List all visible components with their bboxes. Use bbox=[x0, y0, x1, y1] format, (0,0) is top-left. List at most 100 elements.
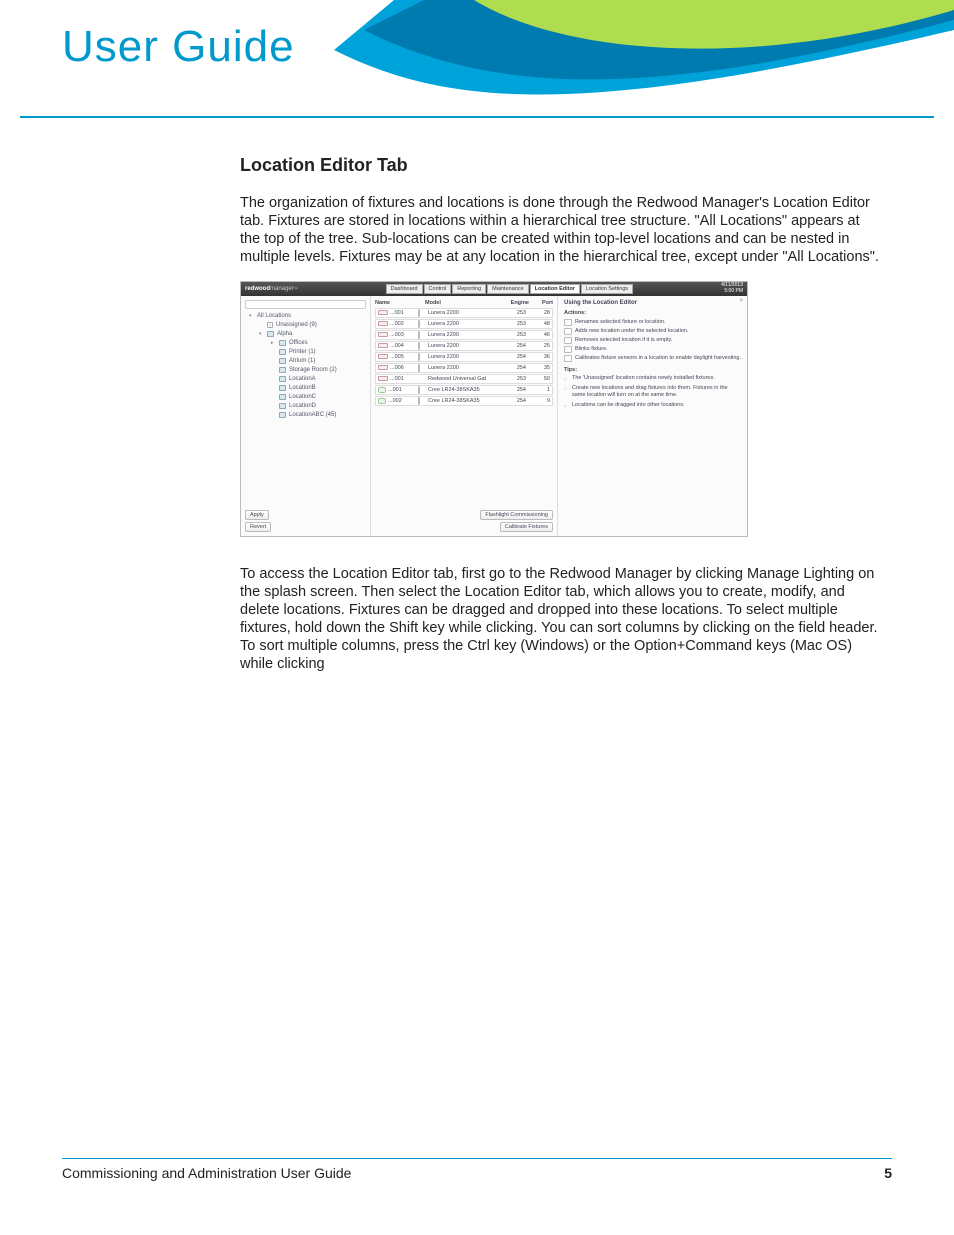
tree-item-label: LocationA bbox=[289, 376, 316, 382]
brand-part2: manager bbox=[270, 286, 294, 292]
fixture-row[interactable]: ...001Lunera 220025328 bbox=[375, 308, 553, 318]
tab-location-settings[interactable]: Location Settings bbox=[581, 284, 633, 294]
fixture-icon bbox=[378, 376, 388, 381]
info-icon[interactable] bbox=[418, 331, 420, 339]
tree-item-label: Printer (1) bbox=[289, 349, 316, 355]
col-model[interactable]: Model bbox=[425, 300, 507, 306]
page-footer: Commissioning and Administration User Gu… bbox=[62, 1165, 892, 1181]
action-icon bbox=[564, 355, 572, 362]
action-item: Removes selected location if it is empty… bbox=[564, 336, 741, 345]
flashlight-commissioning-button[interactable]: Flashlight Commissioning bbox=[480, 510, 553, 520]
access-paragraph: To access the Location Editor tab, first… bbox=[240, 565, 880, 674]
info-icon[interactable] bbox=[418, 397, 420, 405]
tree-item-label: Alpha bbox=[277, 331, 292, 337]
tree-item-label: Unassigned (9) bbox=[276, 322, 317, 328]
tree-item[interactable]: ?Unassigned (9) bbox=[245, 321, 366, 330]
action-icon bbox=[564, 346, 572, 353]
info-icon[interactable] bbox=[418, 364, 420, 372]
fixture-row[interactable]: ...003Lunera 220025346 bbox=[375, 330, 553, 340]
page-number: 5 bbox=[884, 1165, 892, 1181]
info-icon[interactable] bbox=[418, 309, 420, 317]
tree-item[interactable]: Printer (1) bbox=[245, 348, 366, 357]
header-swoosh-graphic bbox=[334, 0, 954, 120]
fixture-row[interactable]: ...001Cree LR24-38SKA352541 bbox=[375, 385, 553, 395]
tree-item[interactable]: Storage Room (2) bbox=[245, 366, 366, 375]
app-body: ▾All Locations?Unassigned (9)▾Alpha▸Offi… bbox=[241, 296, 747, 536]
tree-item[interactable]: LocationA bbox=[245, 375, 366, 384]
tree-item[interactable]: LocationB bbox=[245, 384, 366, 393]
app-brand: redwoodmanager™ bbox=[245, 286, 298, 292]
tab-maintenance[interactable]: Maintenance bbox=[487, 284, 529, 294]
fixture-row[interactable]: ...002Lunera 220025348 bbox=[375, 319, 553, 329]
col-port[interactable]: Port bbox=[533, 300, 553, 306]
fixture-row[interactable]: ...001Redwood Universal Gat25350 bbox=[375, 374, 553, 384]
fixture-icon bbox=[378, 387, 386, 393]
footer-doc-title: Commissioning and Administration User Gu… bbox=[62, 1165, 351, 1181]
help-panel: × Using the Location Editor Actions: Ren… bbox=[557, 296, 747, 536]
col-engine[interactable]: Engine bbox=[507, 300, 533, 306]
action-icon bbox=[564, 337, 572, 344]
fixture-icon bbox=[378, 343, 388, 348]
info-icon[interactable] bbox=[418, 320, 420, 328]
info-icon[interactable] bbox=[418, 342, 420, 350]
folder-icon bbox=[279, 412, 286, 418]
folder-icon bbox=[279, 394, 286, 400]
action-icon bbox=[564, 328, 572, 335]
unassigned-icon: ? bbox=[267, 322, 273, 328]
revert-button[interactable]: Revert bbox=[245, 522, 271, 532]
tree-item[interactable]: LocationABC (45) bbox=[245, 411, 366, 420]
action-item: Adds new location under the selected loc… bbox=[564, 327, 741, 336]
info-icon[interactable] bbox=[418, 353, 420, 361]
tab-reporting[interactable]: Reporting bbox=[452, 284, 486, 294]
fixture-icon bbox=[378, 332, 388, 337]
apply-button[interactable]: Apply bbox=[245, 510, 269, 520]
search-input[interactable] bbox=[245, 300, 366, 309]
tree-item[interactable]: ▾Alpha bbox=[245, 330, 366, 339]
folder-icon bbox=[279, 358, 286, 364]
brand-tm: ™ bbox=[294, 286, 298, 291]
tree-item-label: Atrium (1) bbox=[289, 358, 315, 364]
info-icon[interactable] bbox=[418, 386, 420, 394]
tree-item[interactable]: ▸Offices bbox=[245, 339, 366, 348]
calibrate-fixtures-button[interactable]: Calibrate Fixtures bbox=[500, 522, 553, 532]
tree-item-label: LocationABC (45) bbox=[289, 412, 336, 418]
content-area: Location Editor Tab The organization of … bbox=[240, 155, 880, 687]
intro-paragraph: The organization of fixtures and locatio… bbox=[240, 194, 880, 267]
header-rule bbox=[20, 116, 934, 118]
tab-location-editor[interactable]: Location Editor bbox=[530, 284, 580, 294]
tab-dashboard[interactable]: Dashboard bbox=[386, 284, 423, 294]
tab-control[interactable]: Control bbox=[424, 284, 452, 294]
tree-item[interactable]: LocationC bbox=[245, 393, 366, 402]
fixture-row[interactable]: ...006Lunera 220025435 bbox=[375, 363, 553, 373]
fixture-grid-panel: Name Model Engine Port ...001Lunera 2200… bbox=[371, 296, 557, 536]
fixture-row[interactable]: ...005Lunera 220025436 bbox=[375, 352, 553, 362]
tree-item[interactable]: LocationD bbox=[245, 402, 366, 411]
help-title: Using the Location Editor bbox=[564, 300, 741, 306]
fixture-icon bbox=[378, 354, 388, 359]
actions-label: Actions: bbox=[564, 310, 741, 316]
app-titlebar: redwoodmanager™ Dashboard Control Report… bbox=[241, 282, 747, 296]
action-icon bbox=[564, 319, 572, 326]
brand-part1: redwood bbox=[245, 286, 270, 292]
fixture-row[interactable]: ...002Cree LR24-38SKA352549 bbox=[375, 396, 553, 406]
tip-item: The 'Unassigned' location contains newly… bbox=[564, 375, 741, 382]
footer-rule bbox=[62, 1158, 892, 1159]
fixture-icon bbox=[378, 310, 388, 315]
close-icon[interactable]: × bbox=[739, 298, 743, 304]
folder-icon bbox=[279, 385, 286, 391]
folder-icon bbox=[279, 367, 286, 373]
tree-item[interactable]: ▾All Locations bbox=[245, 312, 366, 321]
fixture-icon bbox=[378, 365, 388, 370]
tip-item: Create new locations and drag fixtures i… bbox=[564, 385, 741, 399]
tree-item-label: Offices bbox=[289, 340, 308, 346]
tree-item-label: LocationB bbox=[289, 385, 316, 391]
tree-item[interactable]: Atrium (1) bbox=[245, 357, 366, 366]
section-title: Location Editor Tab bbox=[240, 155, 880, 176]
app-tabs: Dashboard Control Reporting Maintenance … bbox=[386, 284, 634, 294]
tree-item-label: All Locations bbox=[257, 313, 291, 319]
tree-item-label: Storage Room (2) bbox=[289, 367, 337, 373]
fixture-row[interactable]: ...004Lunera 220025425 bbox=[375, 341, 553, 351]
col-name[interactable]: Name bbox=[375, 300, 415, 306]
grid-header[interactable]: Name Model Engine Port bbox=[375, 300, 553, 308]
user-guide-title: User Guide bbox=[62, 22, 295, 72]
